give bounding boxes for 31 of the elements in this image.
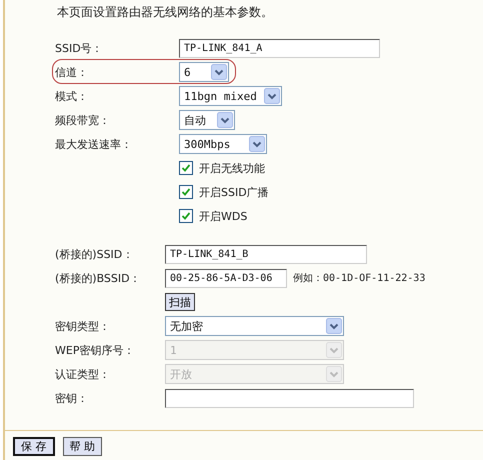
scan-button[interactable]: 扫描 bbox=[165, 293, 195, 311]
field-label: WEP密钥序号： bbox=[55, 342, 136, 358]
checkbox-label: 开启WDS bbox=[199, 208, 248, 224]
checkbox[interactable] bbox=[179, 161, 193, 175]
checkbox-label: 开启无线功能 bbox=[199, 160, 265, 176]
input-field[interactable] bbox=[165, 388, 414, 408]
field-label: 频段带宽： bbox=[55, 112, 111, 128]
field-label: SSID号： bbox=[55, 40, 104, 56]
input-field[interactable]: 00-25-86-5A-D3-06 bbox=[165, 268, 287, 288]
dropdown[interactable]: 无加密 bbox=[165, 316, 344, 336]
checkbox[interactable] bbox=[179, 209, 193, 223]
field-label: 认证类型： bbox=[55, 366, 111, 382]
dropdown[interactable]: 11bgn mixed bbox=[179, 86, 282, 106]
checkbox[interactable] bbox=[179, 185, 193, 199]
field-label: 模式： bbox=[55, 88, 89, 104]
field-label: 最大发送速率： bbox=[55, 136, 133, 152]
input-field[interactable]: TP-LINK_841_A bbox=[179, 38, 380, 58]
action-button[interactable]: 保 存 bbox=[13, 437, 54, 456]
page-description: 本页面设置路由器无线网络的基本参数。 bbox=[56, 4, 274, 21]
field-label: 密钥： bbox=[55, 390, 89, 406]
dropdown[interactable]: 300Mbps bbox=[179, 134, 267, 154]
field-label: 信道： bbox=[55, 64, 89, 80]
field-label: (桥接的)SSID： bbox=[55, 246, 134, 262]
example-hint: 例如：00-1D-OF-11-22-33 bbox=[293, 272, 426, 285]
action-button[interactable]: 帮 助 bbox=[62, 437, 102, 456]
dropdown[interactable]: 自动 bbox=[179, 110, 235, 130]
dropdown[interactable]: 6 bbox=[179, 62, 229, 82]
field-label: (桥接的)BSSID： bbox=[55, 270, 142, 286]
field-label: 密钥类型： bbox=[55, 318, 111, 334]
input-field[interactable]: TP-LINK_841_B bbox=[165, 244, 367, 264]
checkbox-label: 开启SSID广播 bbox=[199, 184, 269, 200]
